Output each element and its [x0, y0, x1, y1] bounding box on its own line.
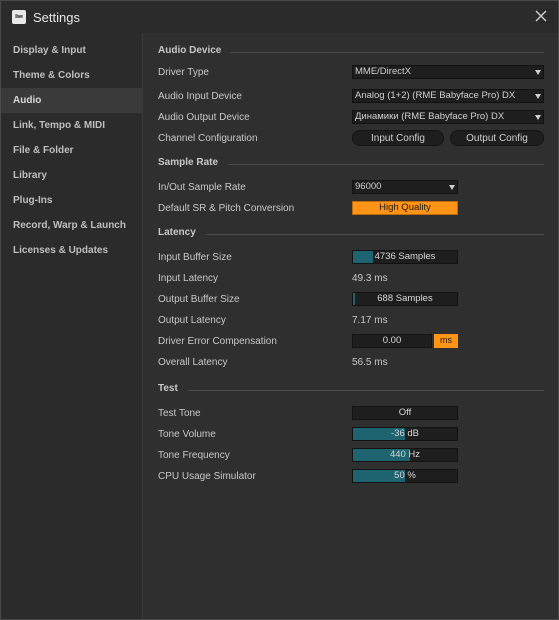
section-heading: Test: [158, 383, 178, 394]
row-default-sr: Default SR & Pitch Conversion High Quali…: [158, 199, 548, 219]
overall-latency-value: 56.5 ms: [352, 357, 388, 368]
driver-error-compensation-field[interactable]: 0.00: [352, 334, 432, 348]
section-heading: Latency: [158, 227, 196, 238]
chevron-down-icon: [449, 185, 455, 190]
close-icon[interactable]: [532, 7, 550, 25]
row-output-buffer-size: Output Buffer Size 688 Samples: [158, 290, 548, 310]
cpu-usage-slider[interactable]: 50 %: [352, 469, 458, 483]
row-input-latency: Input Latency 49.3 ms: [158, 269, 548, 289]
title-bar: live Settings: [1, 1, 558, 33]
audio-output-device-dropdown[interactable]: Динамики (RME Babyface Pro) DX: [352, 110, 544, 124]
row-audio-output-device: Audio Output Device Динамики (RME Babyfa…: [158, 108, 548, 128]
tone-frequency-slider[interactable]: 440 Hz: [352, 448, 458, 462]
row-overall-latency: Overall Latency 56.5 ms: [158, 353, 548, 373]
tone-volume-value: -36 dB: [391, 428, 419, 439]
input-latency-label: Input Latency: [158, 273, 219, 284]
settings-sidebar: Display & Input Theme & Colors Audio Lin…: [1, 33, 143, 619]
audio-input-device-dropdown[interactable]: Analog (1+2) (RME Babyface Pro) DX: [352, 89, 544, 103]
row-in-out-sample-rate: In/Out Sample Rate 96000: [158, 178, 548, 198]
section-heading: Sample Rate: [158, 157, 219, 168]
sample-rate-value: 96000: [355, 181, 382, 192]
section-test: Test: [158, 383, 544, 397]
input-buffer-fill: [353, 251, 373, 263]
window-title: Settings: [33, 10, 80, 25]
in-out-sample-rate-label: In/Out Sample Rate: [158, 182, 246, 193]
section-latency: Latency: [158, 227, 544, 241]
overall-latency-label: Overall Latency: [158, 357, 228, 368]
driver-error-compensation-label: Driver Error Compensation: [158, 336, 277, 347]
audio-input-device-label: Audio Input Device: [158, 91, 242, 102]
section-divider: [206, 234, 544, 235]
high-quality-label: High Quality: [379, 202, 431, 213]
sample-rate-dropdown[interactable]: 96000: [352, 180, 458, 194]
output-buffer-size-value: 688 Samples: [377, 293, 433, 304]
app-logo-icon: live: [12, 10, 26, 24]
tone-frequency-value: 440 Hz: [389, 449, 421, 460]
settings-window: live Settings Display & Input Theme & Co…: [0, 0, 559, 620]
audio-output-device-value: Динамики (RME Babyface Pro) DX: [355, 111, 505, 122]
cpu-usage-simulator-label: CPU Usage Simulator: [158, 471, 256, 482]
sidebar-item-file-folder[interactable]: File & Folder: [1, 138, 142, 163]
section-heading: Audio Device: [158, 45, 222, 56]
section-divider: [228, 164, 544, 165]
row-audio-input-device: Audio Input Device Analog (1+2) (RME Bab…: [158, 87, 548, 107]
default-sr-label: Default SR & Pitch Conversion: [158, 203, 295, 214]
sidebar-item-theme-colors[interactable]: Theme & Colors: [1, 63, 142, 88]
driver-type-label: Driver Type: [158, 67, 209, 78]
chevron-down-icon: [535, 94, 541, 99]
tone-volume-label: Tone Volume: [158, 429, 216, 440]
output-buffer-size-label: Output Buffer Size: [158, 294, 240, 305]
input-buffer-size-field[interactable]: 4736 Samples: [352, 250, 458, 264]
row-test-tone: Test Tone Off: [158, 404, 548, 424]
row-channel-configuration: Channel Configuration Input Config Outpu…: [158, 129, 548, 149]
section-audio-device: Audio Device: [158, 45, 544, 59]
section-sample-rate: Sample Rate: [158, 157, 544, 171]
driver-type-dropdown[interactable]: MME/DirectX: [352, 65, 544, 79]
output-buffer-size-field[interactable]: 688 Samples: [352, 292, 458, 306]
row-driver-type: Driver Type MME/DirectX: [158, 63, 548, 83]
chevron-down-icon: [535, 70, 541, 75]
output-latency-label: Output Latency: [158, 315, 226, 326]
test-tone-value: Off: [398, 407, 412, 418]
row-output-latency: Output Latency 7.17 ms: [158, 311, 548, 331]
sidebar-item-display-input[interactable]: Display & Input: [1, 38, 142, 63]
chevron-down-icon: [535, 115, 541, 120]
row-tone-volume: Tone Volume -36 dB: [158, 425, 548, 445]
audio-output-device-label: Audio Output Device: [158, 112, 250, 123]
output-buffer-fill: [353, 293, 356, 305]
sidebar-item-audio[interactable]: Audio: [1, 88, 142, 113]
sidebar-item-library[interactable]: Library: [1, 163, 142, 188]
sidebar-item-link-tempo-midi[interactable]: Link, Tempo & MIDI: [1, 113, 142, 138]
tone-volume-slider[interactable]: -36 dB: [352, 427, 458, 441]
audio-input-device-value: Analog (1+2) (RME Babyface Pro) DX: [355, 90, 516, 101]
ms-unit-toggle[interactable]: ms: [434, 334, 458, 348]
input-latency-value: 49.3 ms: [352, 273, 388, 284]
section-divider: [188, 390, 544, 391]
input-buffer-size-value: 4736 Samples: [374, 251, 436, 262]
high-quality-toggle[interactable]: High Quality: [352, 201, 458, 215]
row-tone-frequency: Tone Frequency 440 Hz: [158, 446, 548, 466]
audio-settings-panel: Audio Device Driver Type MME/DirectX Aud…: [144, 33, 558, 619]
driver-type-value: MME/DirectX: [355, 66, 411, 77]
channel-configuration-label: Channel Configuration: [158, 133, 258, 144]
test-tone-label: Test Tone: [158, 408, 201, 419]
row-driver-error-compensation: Driver Error Compensation 0.00 ms: [158, 332, 548, 352]
test-tone-toggle[interactable]: Off: [352, 406, 458, 420]
tone-frequency-label: Tone Frequency: [158, 450, 230, 461]
input-config-button[interactable]: Input Config: [352, 130, 444, 146]
output-latency-value: 7.17 ms: [352, 315, 388, 326]
sidebar-item-licenses-updates[interactable]: Licenses & Updates: [1, 238, 142, 263]
output-config-button[interactable]: Output Config: [450, 130, 544, 146]
cpu-usage-value: 50 %: [394, 470, 416, 481]
input-buffer-size-label: Input Buffer Size: [158, 252, 232, 263]
sidebar-item-record-warp-launch[interactable]: Record, Warp & Launch: [1, 213, 142, 238]
row-input-buffer-size: Input Buffer Size 4736 Samples: [158, 248, 548, 268]
sidebar-item-plug-ins[interactable]: Plug-Ins: [1, 188, 142, 213]
row-cpu-usage-simulator: CPU Usage Simulator 50 %: [158, 467, 548, 487]
section-divider: [230, 52, 544, 53]
